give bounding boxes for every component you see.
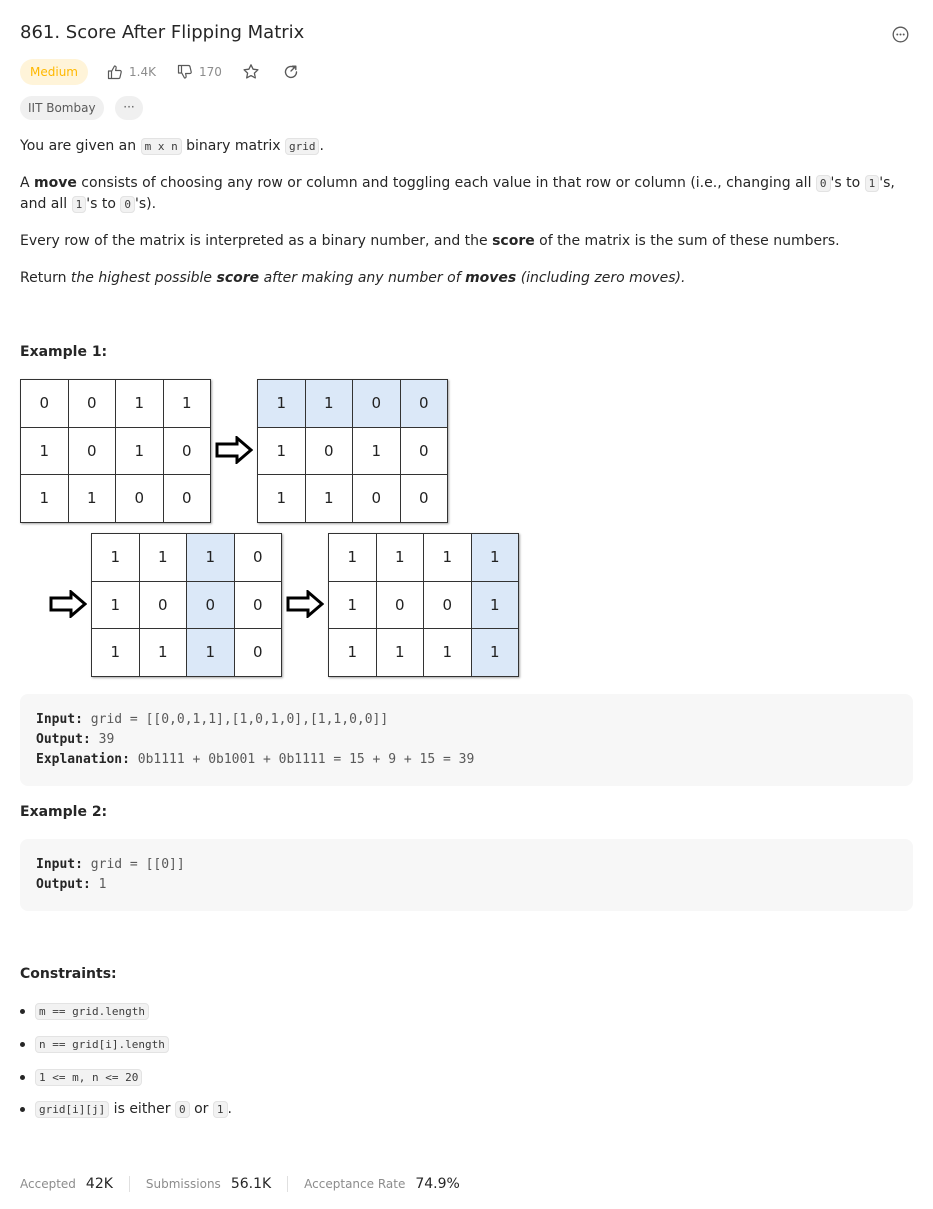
constraint-item: n == grid[i].length bbox=[20, 1036, 169, 1053]
matrix-cell: 1 bbox=[186, 533, 235, 582]
matrix-cell: 1 bbox=[304, 474, 353, 523]
matrix-cell: 0 bbox=[186, 580, 235, 629]
arrow-right-icon bbox=[49, 590, 87, 618]
constraints-heading: Constraints: bbox=[20, 966, 117, 982]
matrix-cell: 1 bbox=[328, 533, 377, 582]
matrix-cell: 0 bbox=[304, 426, 353, 475]
submission-stats: Accepted 42K Submissions 56.1K Acceptance … bbox=[20, 1176, 460, 1192]
matrix-cell: 1 bbox=[375, 533, 424, 582]
like-count: 1.4K bbox=[129, 65, 156, 79]
accepted-label: Accepted bbox=[20, 1177, 76, 1191]
matrix-cell: 0 bbox=[399, 474, 448, 523]
problem-title: 861. Score After Flipping Matrix bbox=[20, 22, 305, 43]
matrix-cell: 1 bbox=[91, 628, 140, 677]
constraint-item: m == grid.length bbox=[20, 1003, 149, 1020]
constraint-item: grid[i][j] is either 0 or 1. bbox=[20, 1101, 232, 1118]
matrix-cell: 1 bbox=[91, 580, 140, 629]
matrix-cell: 1 bbox=[257, 379, 306, 428]
thumbs-up-icon bbox=[107, 65, 122, 80]
arrow-right-icon bbox=[286, 590, 324, 618]
matrix-cell: 1 bbox=[115, 379, 164, 428]
share-icon[interactable] bbox=[282, 63, 300, 81]
matrix-cell: 1 bbox=[423, 533, 472, 582]
matrix-cell: 1 bbox=[20, 474, 69, 523]
matrix-cell: 1 bbox=[375, 628, 424, 677]
matrix-cell: 1 bbox=[138, 533, 187, 582]
matrix-cell: 0 bbox=[115, 474, 164, 523]
acceptance-rate-label: Acceptance Rate bbox=[304, 1177, 406, 1191]
matrix-cell: 1 bbox=[115, 426, 164, 475]
matrix-cell: 1 bbox=[257, 474, 306, 523]
matrix-cell: 1 bbox=[186, 628, 235, 677]
matrix-cell: 1 bbox=[138, 628, 187, 677]
matrix-cell: 0 bbox=[352, 474, 401, 523]
matrix-cell: 1 bbox=[304, 379, 353, 428]
submissions-label: Submissions bbox=[145, 1177, 221, 1191]
matrix-cell: 1 bbox=[20, 426, 69, 475]
description-paragraph-2: A move consists of choosing any row or c… bbox=[20, 175, 895, 213]
example-1-code: Input: grid = [[0,0,1,1],[1,0,1,0],[1,1,… bbox=[20, 694, 913, 786]
matrix-cell: 0 bbox=[352, 379, 401, 428]
accepted-value: 42K bbox=[85, 1176, 113, 1192]
matrix-cell: 0 bbox=[423, 580, 472, 629]
description-paragraph-3: Every row of the matrix is interpreted a… bbox=[20, 233, 840, 249]
matrix-step-2: 111010001110 bbox=[91, 533, 282, 677]
matrix-cell: 1 bbox=[470, 533, 519, 582]
matrix-cell: 0 bbox=[233, 580, 282, 629]
dislike-button[interactable]: 170 bbox=[177, 59, 222, 85]
acceptance-rate-value: 74.9% bbox=[415, 1176, 460, 1192]
matrix-cell: 0 bbox=[162, 474, 211, 523]
matrix-cell: 0 bbox=[138, 580, 187, 629]
matrix-step-1: 110010101100 bbox=[257, 379, 448, 523]
company-tag[interactable]: IIT Bombay bbox=[20, 96, 104, 120]
matrix-cell: 1 bbox=[470, 580, 519, 629]
matrix-cell: 0 bbox=[233, 533, 282, 582]
matrix-cell: 1 bbox=[328, 628, 377, 677]
matrix-cell: 1 bbox=[470, 628, 519, 677]
matrix-step-3: 111110011111 bbox=[328, 533, 519, 677]
submissions-value: 56.1K bbox=[230, 1176, 272, 1192]
matrix-cell: 0 bbox=[375, 580, 424, 629]
matrix-cell: 0 bbox=[162, 426, 211, 475]
matrix-cell: 1 bbox=[328, 580, 377, 629]
example-2-heading: Example 2: bbox=[20, 804, 108, 820]
description-paragraph-1: You are given an m x n binary matrix gri… bbox=[20, 138, 324, 155]
example-1-heading: Example 1: bbox=[20, 344, 108, 360]
matrix-cell: 0 bbox=[67, 426, 116, 475]
matrix-cell: 1 bbox=[162, 379, 211, 428]
constraint-item: 1 <= m, n <= 20 bbox=[20, 1069, 143, 1086]
matrix-cell: 1 bbox=[91, 533, 140, 582]
dislike-count: 170 bbox=[199, 65, 222, 79]
more-options-icon[interactable] bbox=[892, 26, 909, 43]
like-button[interactable]: 1.4K bbox=[107, 59, 156, 85]
matrix-cell: 1 bbox=[352, 426, 401, 475]
matrix-cell: 1 bbox=[423, 628, 472, 677]
matrix-cell: 0 bbox=[67, 379, 116, 428]
matrix-cell: 1 bbox=[67, 474, 116, 523]
matrix-cell: 0 bbox=[233, 628, 282, 677]
description-paragraph-4: Return the highest possible score after … bbox=[20, 270, 686, 286]
more-tags-button[interactable]: ··· bbox=[115, 96, 143, 120]
matrix-initial: 001110101100 bbox=[20, 379, 211, 523]
difficulty-badge: Medium bbox=[20, 59, 88, 85]
matrix-cell: 1 bbox=[257, 426, 306, 475]
thumbs-down-icon bbox=[177, 64, 192, 79]
matrix-cell: 0 bbox=[399, 379, 448, 428]
matrix-cell: 0 bbox=[399, 426, 448, 475]
arrow-right-icon bbox=[215, 436, 253, 464]
matrix-cell: 0 bbox=[20, 379, 69, 428]
example-2-code: Input: grid = [[0]] Output: 1 bbox=[20, 839, 913, 911]
star-icon[interactable] bbox=[242, 63, 260, 81]
